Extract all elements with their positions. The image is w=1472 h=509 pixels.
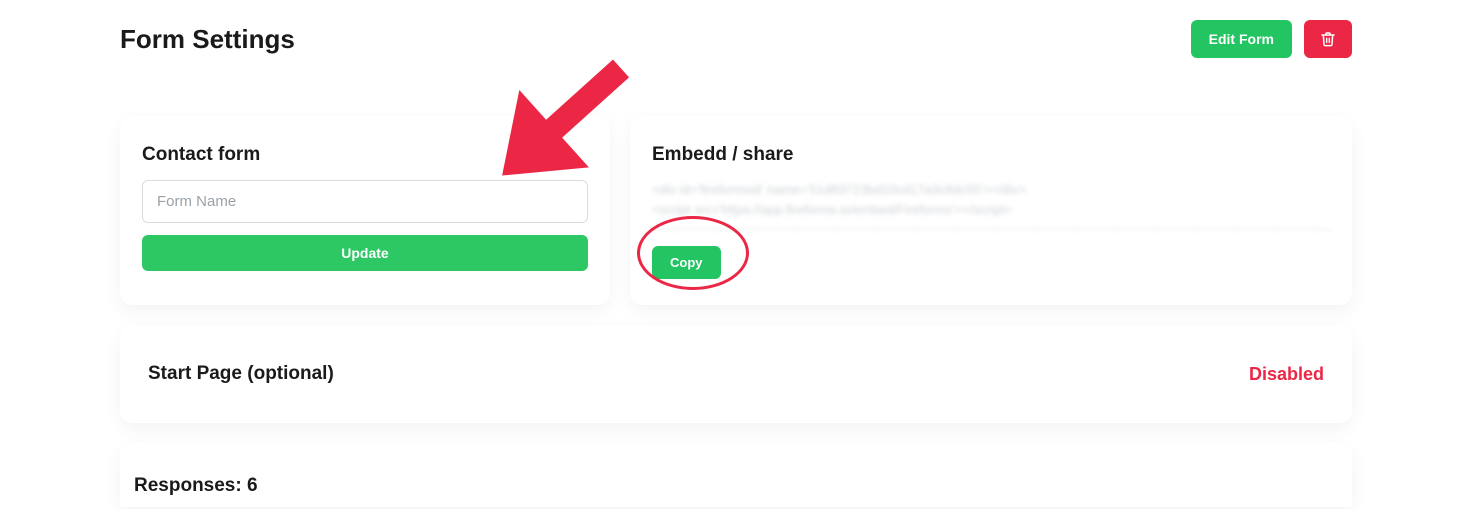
embed-share-card: Embedd / share <div id='fireformsid' nam… (630, 116, 1352, 305)
start-page-card: Start Page (optional) Disabled (120, 325, 1352, 423)
delete-button[interactable] (1304, 20, 1352, 58)
header-actions: Edit Form (1191, 20, 1352, 58)
update-button[interactable]: Update (142, 235, 588, 271)
start-page-title: Start Page (optional) (148, 363, 334, 385)
copy-button[interactable]: Copy (652, 246, 721, 279)
trash-icon (1320, 30, 1336, 48)
embed-line-2: <script src='https://app.fireforms.io/em… (652, 202, 1012, 217)
form-name-input[interactable] (142, 180, 588, 223)
form-embed-row: Contact form Update Embedd / share <div … (120, 116, 1352, 305)
responses-title: Responses: 6 (134, 475, 1338, 497)
start-page-status: Disabled (1249, 364, 1324, 385)
page-header: Form Settings Edit Form (120, 20, 1352, 58)
edit-form-button[interactable]: Edit Form (1191, 20, 1292, 58)
embed-title: Embedd / share (652, 144, 1330, 166)
page-title: Form Settings (120, 24, 295, 55)
responses-card: Responses: 6 (120, 443, 1352, 507)
embed-code-preview: <div id='fireformsid' name='51d83723bd10… (652, 180, 1330, 230)
embed-line-1: <div id='fireformsid' name='51d83723bd10… (652, 182, 1026, 197)
form-name-title: Contact form (142, 144, 588, 166)
form-name-card: Contact form Update (120, 116, 610, 305)
